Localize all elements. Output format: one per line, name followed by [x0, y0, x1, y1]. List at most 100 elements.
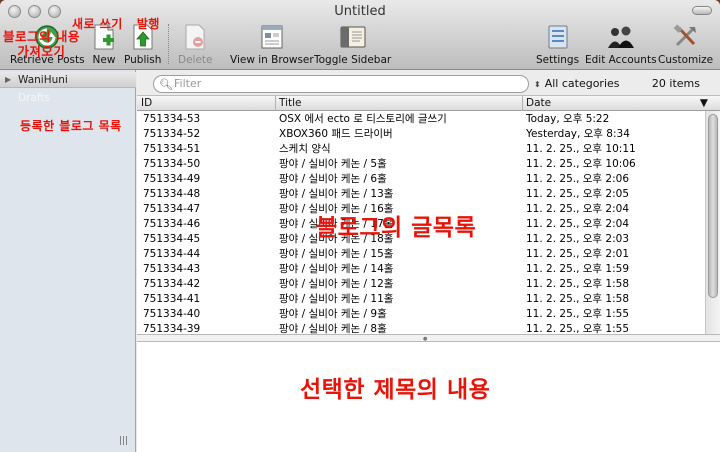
post-date-cell: 11. 2. 25., 오후 1:59	[526, 263, 630, 275]
post-title-cell: 팡야 / 실비아 케논 / 15홀	[279, 248, 394, 260]
table-row[interactable]: 751334-41 팡야 / 실비아 케논 / 11홀 11. 2. 25., 오후…	[137, 292, 704, 307]
settings-icon	[542, 22, 574, 52]
table-row[interactable]: 751334-40 팡야 / 실비아 케논 / 9홀 11. 2. 25., 오후 …	[137, 307, 704, 322]
edit-accounts-label: Edit Accounts	[585, 54, 657, 66]
browser-icon	[256, 22, 288, 52]
post-id-cell: 751334-44	[143, 248, 201, 260]
post-title-cell: 팡야 / 실비아 케논 / 13홀	[279, 188, 394, 200]
table-row[interactable]: 751334-53 OSX 에서 ecto 로 티스토리에 글쓰기 Today, 오…	[137, 112, 704, 127]
sort-descending-icon[interactable]: ▼	[700, 97, 708, 109]
post-title-cell: 팡야 / 실비아 케논 / 8홀	[279, 323, 387, 334]
table-row[interactable]: 751334-52 XBOX360 패드 드라이버 Yesterday, 오후 8:…	[137, 127, 704, 142]
sidebar-icon	[337, 22, 369, 52]
post-id-cell: 751334-43	[143, 263, 201, 275]
post-title-cell: 팡야 / 실비아 케논 / 12홀	[279, 278, 394, 290]
scrollbar-thumb[interactable]	[708, 114, 718, 298]
post-date-cell: 11. 2. 25., 오후 10:11	[526, 143, 636, 155]
delete-label: Delete	[178, 54, 213, 66]
column-header-title[interactable]: Title	[279, 97, 302, 109]
view-in-browser-label: View in Browser	[230, 54, 314, 66]
post-id-cell: 751334-53	[143, 113, 201, 125]
post-id-cell: 751334-47	[143, 203, 201, 215]
table-row[interactable]: 751334-39 팡야 / 실비아 케논 / 8홀 11. 2. 25., 오후 …	[137, 322, 704, 334]
post-title-cell: XBOX360 패드 드라이버	[279, 128, 393, 140]
annotation-post-list: 블로그의 글목록	[316, 215, 477, 241]
sidebar-item-drafts[interactable]: Drafts	[0, 90, 136, 106]
column-divider[interactable]	[275, 96, 276, 111]
annotation-new-publish: 새로 쓰기 발행	[72, 17, 160, 31]
table-row[interactable]: 751334-44 팡야 / 실비아 케논 / 15홀 11. 2. 25., 오후…	[137, 247, 704, 262]
post-date-cell: 11. 2. 25., 오후 1:55	[526, 323, 630, 334]
list-header: ID Title Date ▼	[137, 96, 720, 111]
column-header-id[interactable]: ID	[141, 97, 152, 109]
post-id-cell: 751334-42	[143, 278, 201, 290]
edit-accounts-button[interactable]: Edit Accounts	[585, 22, 657, 66]
sidebar-resize-grip[interactable]: |||	[119, 436, 128, 446]
annotation-blog-list: 등록한 블로그 목록	[20, 119, 122, 133]
settings-label: Settings	[536, 54, 580, 66]
tools-icon	[670, 22, 702, 52]
post-id-cell: 751334-50	[143, 158, 201, 170]
table-row[interactable]: 751334-42 팡야 / 실비아 케논 / 12홀 11. 2. 25., 오후…	[137, 277, 704, 292]
post-title-cell: 팡야 / 실비아 케논 / 9홀	[279, 308, 387, 320]
post-id-cell: 751334-52	[143, 128, 201, 140]
filter-placeholder: Filter	[174, 77, 202, 90]
account-name: WaniHuni	[18, 74, 68, 86]
app-window: Untitled Retrieve Posts New Publish Dele…	[0, 0, 720, 452]
post-title-cell: 스케치 양식	[279, 143, 331, 155]
table-row[interactable]: 751334-49 팡야 / 실비아 케논 / 6홀 11. 2. 25., 오후 …	[137, 172, 704, 187]
post-title-cell: OSX 에서 ecto 로 티스토리에 글쓰기	[279, 113, 447, 125]
post-date-cell: 11. 2. 25., 오후 10:06	[526, 158, 636, 170]
customize-button[interactable]: Customize	[658, 22, 713, 66]
new-label: New	[92, 54, 116, 66]
post-date-cell: 11. 2. 25., 오후 1:55	[526, 308, 630, 320]
annotation-retrieve: 블로그의 내용 가져오기	[3, 29, 80, 59]
post-id-cell: 751334-51	[143, 143, 201, 155]
post-date-cell: 11. 2. 25., 오후 1:58	[526, 293, 630, 305]
search-icon: 🔍︎	[159, 78, 173, 91]
item-count: 20 items	[651, 77, 700, 90]
toggle-sidebar-button[interactable]: Toggle Sidebar	[314, 22, 391, 66]
toolbar-toggle-pill[interactable]	[692, 6, 712, 15]
column-header-date[interactable]: Date	[526, 97, 551, 109]
post-title-cell: 팡야 / 실비아 케논 / 14홀	[279, 263, 394, 275]
accounts-icon	[605, 22, 637, 52]
post-date-cell: 11. 2. 25., 오후 2:05	[526, 188, 630, 200]
delete-icon	[179, 22, 211, 52]
titlebar: Untitled Retrieve Posts New Publish Dele…	[0, 0, 720, 70]
table-row[interactable]: 751334-48 팡야 / 실비아 케논 / 13홀 11. 2. 25., 오후…	[137, 187, 704, 202]
post-id-cell: 751334-49	[143, 173, 201, 185]
post-date-cell: 11. 2. 25., 오후 2:01	[526, 248, 630, 260]
view-in-browser-button[interactable]: View in Browser	[230, 22, 314, 66]
post-id-cell: 751334-41	[143, 293, 201, 305]
post-id-cell: 751334-45	[143, 233, 201, 245]
filter-bar: 🔍︎ Filter ⬍ All categories 20 items	[137, 70, 720, 96]
drafts-label: Drafts	[18, 92, 50, 104]
post-date-cell: 11. 2. 25., 오후 2:03	[526, 233, 630, 245]
post-id-cell: 751334-48	[143, 188, 201, 200]
publish-label: Publish	[124, 54, 162, 66]
disclosure-triangle-icon[interactable]: ▶	[5, 72, 11, 88]
annotation-selected-content: 선택한 제목의 내용	[300, 377, 491, 403]
list-scrollbar[interactable]	[705, 111, 720, 334]
table-row[interactable]: 751334-43 팡야 / 실비아 케논 / 14홀 11. 2. 25., 오후…	[137, 262, 704, 277]
column-divider[interactable]	[522, 96, 523, 111]
post-title-cell: 팡야 / 실비아 케논 / 5홀	[279, 158, 387, 170]
filter-input[interactable]: 🔍︎ Filter	[153, 75, 529, 93]
pane-splitter[interactable]: ●	[137, 334, 720, 342]
category-select[interactable]: ⬍ All categories	[534, 77, 620, 90]
settings-button[interactable]: Settings	[536, 22, 579, 66]
post-id-cell: 751334-39	[143, 323, 201, 334]
delete-button[interactable]: Delete	[178, 22, 213, 66]
post-date-cell: 11. 2. 25., 오후 2:04	[526, 203, 630, 215]
up-down-arrows-icon: ⬍	[534, 80, 541, 89]
table-row[interactable]: 751334-50 팡야 / 실비아 케논 / 5홀 11. 2. 25., 오후 …	[137, 157, 704, 172]
category-value: All categories	[544, 77, 620, 90]
post-date-cell: Yesterday, 오후 8:34	[526, 128, 630, 140]
table-row[interactable]: 751334-51 스케치 양식 11. 2. 25., 오후 10:11	[137, 142, 704, 157]
sidebar-item-account[interactable]: ▶ WaniHuni	[0, 72, 136, 88]
toggle-sidebar-label: Toggle Sidebar	[314, 54, 392, 66]
post-id-cell: 751334-40	[143, 308, 201, 320]
post-date-cell: 11. 2. 25., 오후 2:06	[526, 173, 630, 185]
post-date-cell: 11. 2. 25., 오후 1:58	[526, 278, 630, 290]
